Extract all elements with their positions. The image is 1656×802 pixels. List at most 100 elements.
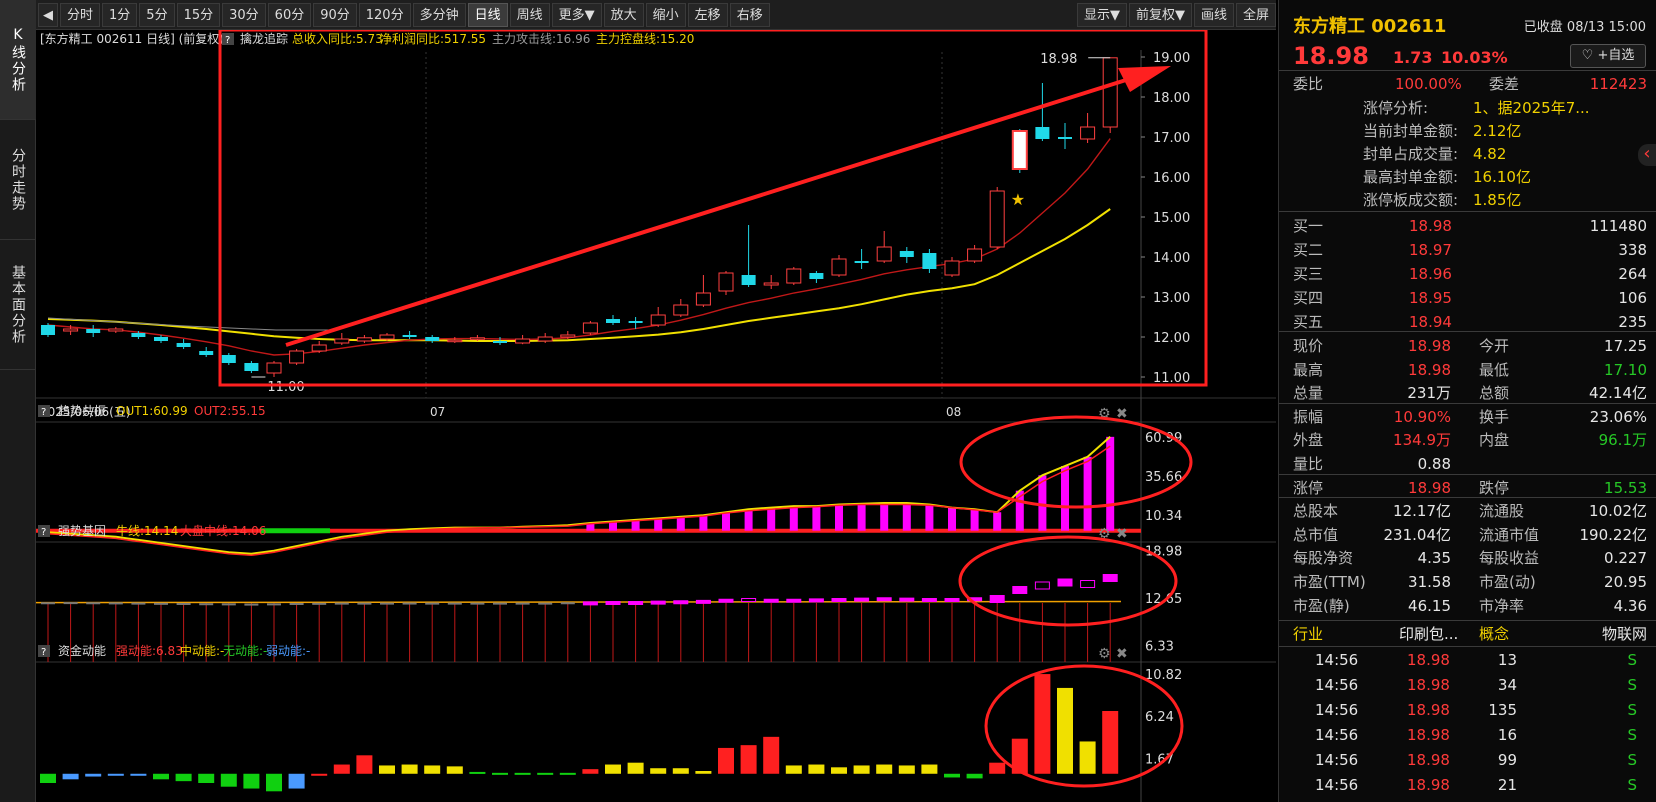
stat-value: 0.88 <box>1417 455 1451 473</box>
stat-value-2: 0.227 <box>1604 549 1647 568</box>
panel3-block <box>989 595 1005 603</box>
toolbar-right-button-1[interactable]: 前复权▼ <box>1128 2 1192 27</box>
toolbar-button-1[interactable]: 1分 <box>102 2 138 27</box>
toolbar-button-6[interactable]: 90分 <box>313 2 357 27</box>
toolbar-right-button-0[interactable]: 显示▼ <box>1076 2 1127 27</box>
stat-value: 31.58 <box>1408 573 1451 591</box>
price-change: 1.73 <box>1393 48 1433 67</box>
toolbar-button-8[interactable]: 多分钟 <box>412 2 466 27</box>
toolbar: ◀ 分时 1分 5分 15分 30分 60分 90分 120分 多分钟 日线 周线 更多▼ 放大 缩小 左移… <box>36 0 1276 30</box>
trade-row: 14:56 18.98 99 S <box>1279 748 1656 772</box>
tab-intraday[interactable]: 分时走势 <box>0 120 36 240</box>
bid-label: 买三 <box>1293 265 1324 283</box>
toolbar-button-15[interactable]: 右移 <box>729 2 770 27</box>
candle-down <box>244 363 259 371</box>
panel3-block <box>876 597 892 602</box>
collapse-panel-icon[interactable]: ‹ <box>1638 144 1656 166</box>
separator <box>1279 402 1656 404</box>
toolbar-button-9[interactable]: 日线 <box>467 2 508 27</box>
candle-up <box>989 190 1005 248</box>
toolbar-button-3[interactable]: 15分 <box>176 2 221 27</box>
candle-down <box>221 355 236 363</box>
panel4-bar <box>514 772 531 775</box>
close-icon: ✖ <box>1116 526 1128 542</box>
panel4-bar <box>650 768 667 774</box>
toolbar-button-7[interactable]: 120分 <box>358 2 411 27</box>
panel4-bar <box>130 773 147 776</box>
collapse-icon[interactable]: ◀ <box>38 2 58 27</box>
panel4-bar <box>627 762 644 774</box>
stat-value: 231万 <box>1407 384 1451 403</box>
candle-down <box>41 325 55 335</box>
stat-label-2: 总额 <box>1479 384 1510 403</box>
panel3-block <box>1012 586 1028 594</box>
toolbar-button-12[interactable]: 放大 <box>603 2 644 27</box>
panel4-bar <box>62 773 79 780</box>
toolbar-button-2[interactable]: 5分 <box>139 2 175 27</box>
limit-info-label: 封单占成交量: <box>1363 145 1459 163</box>
panel2-bar <box>948 507 956 531</box>
x-label-jul: 07 <box>430 405 445 419</box>
candle-down <box>899 251 914 257</box>
stat-value-2: 20.95 <box>1604 573 1647 591</box>
panel4-bar <box>559 772 576 775</box>
panel4-bar <box>831 767 847 774</box>
stat-row: 市盈(TTM) 31.58 市盈(动) 20.95 <box>1279 570 1656 594</box>
panel3-block-grey <box>447 602 462 605</box>
kline-chart-area[interactable]: [东方精工 002611 日线] (前复权)? 擒龙追踪 总收入同比:5.73 净利润… <box>36 30 1276 802</box>
bid-volume: 264 <box>1618 265 1647 283</box>
panel3-block-grey <box>41 602 55 605</box>
candle-up <box>356 337 372 342</box>
stat-label-2: 市净率 <box>1479 596 1525 615</box>
panel3-block-grey <box>357 602 372 605</box>
tab-fundamentals[interactable]: 基本面分析 <box>0 240 36 370</box>
panel2-bar <box>654 518 663 531</box>
panel2-value-0: OUT1:60.99 <box>116 404 188 418</box>
separator <box>1279 646 1656 647</box>
toolbar-button-11[interactable]: 更多▼ <box>551 2 602 27</box>
toolbar-button-4[interactable]: 30分 <box>222 2 266 27</box>
stat-label: 外盘 <box>1293 431 1324 450</box>
bid-volume: 106 <box>1618 289 1647 307</box>
candle-up <box>786 268 802 284</box>
toolbar-right-button-3[interactable]: 全屏 <box>1235 2 1276 27</box>
panel3-block <box>1057 578 1073 587</box>
limit-info-row: 封单占成交量: 4.82 <box>1279 142 1656 166</box>
panel3-block-grey <box>289 603 304 605</box>
toolbar-button-13[interactable]: 缩小 <box>645 2 686 27</box>
panel2-bar <box>1106 436 1115 531</box>
panel4-bar <box>311 773 328 776</box>
toolbar-right-button-2[interactable]: 画线 <box>1193 2 1234 27</box>
panel4-bar <box>898 765 915 774</box>
stat-row: 总股本 12.17亿 流通股 10.02亿 <box>1279 499 1656 523</box>
toolbar-button-5[interactable]: 60分 <box>267 2 312 27</box>
panel4-bar <box>492 772 508 775</box>
stat-value: 18.98 <box>1408 478 1451 497</box>
toolbar-button-10[interactable]: 周线 <box>509 2 550 27</box>
candle-up <box>673 304 689 316</box>
panel4-bar <box>379 765 395 774</box>
stock-title: 东方精工 002611 <box>1293 16 1447 37</box>
stat-label: 最高 <box>1293 360 1324 379</box>
tab-kline-analysis[interactable]: K线分析 <box>0 0 36 120</box>
toolbar-button-14[interactable]: 左移 <box>687 2 728 27</box>
panel3-block <box>831 598 847 602</box>
trade-row: 14:56 18.98 34 S <box>1279 673 1656 697</box>
trade-time: 14:56 <box>1315 776 1359 794</box>
toolbar-button-0[interactable]: 分时 <box>60 2 101 27</box>
trade-price: 18.98 <box>1407 726 1450 744</box>
panel4-bar <box>198 773 215 783</box>
y-tick-label: 12.00 <box>1153 331 1190 346</box>
add-favorite-button[interactable]: ♡ +自选 <box>1570 44 1646 68</box>
bid-volume: 338 <box>1618 241 1647 259</box>
industry-row: 行业 印刷包... 概念 物联网 <box>1279 622 1656 646</box>
trade-price: 18.98 <box>1407 651 1450 669</box>
ma-attack-line <box>47 138 1111 356</box>
candle-up <box>311 344 327 352</box>
y-tick-label: 14.00 <box>1153 251 1190 266</box>
panel3-block <box>1034 581 1050 590</box>
panel4-bar <box>40 773 56 783</box>
kline-chart[interactable]: [东方精工 002611 日线] (前复权)? 擒龙追踪 总收入同比:5.73净利润… <box>36 30 1276 802</box>
trade-time: 14:56 <box>1315 651 1359 669</box>
panel2-bar <box>789 506 798 531</box>
